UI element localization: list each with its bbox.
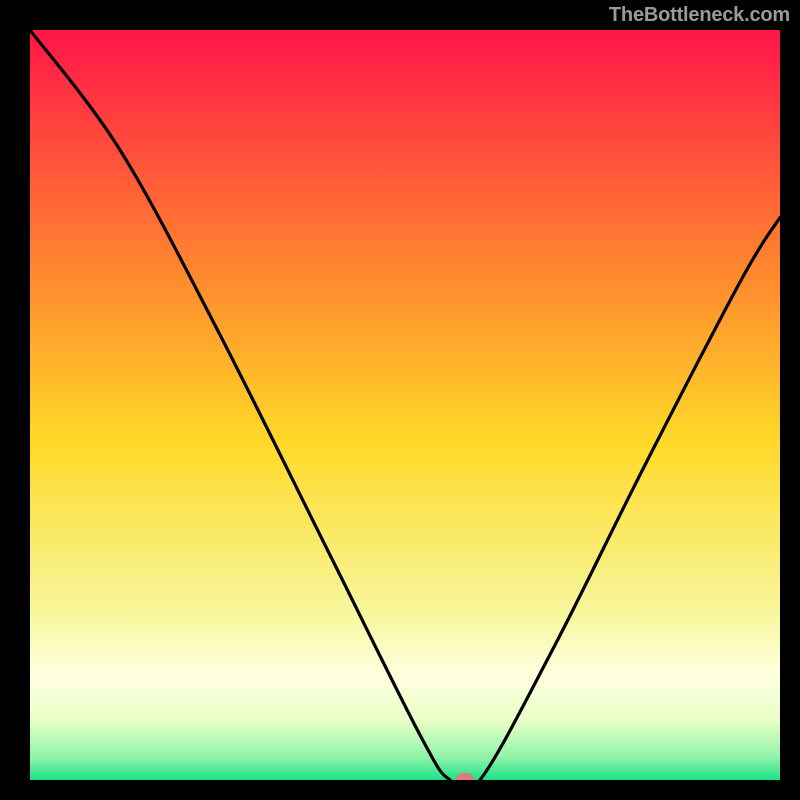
bottleneck-chart: [0, 0, 800, 800]
watermark: TheBottleneck.com: [609, 4, 790, 27]
optimum-marker: [456, 773, 474, 786]
gradient-background: [30, 30, 780, 780]
plot-area: [30, 30, 780, 792]
chart-container: TheBottleneck.com: [0, 0, 800, 800]
